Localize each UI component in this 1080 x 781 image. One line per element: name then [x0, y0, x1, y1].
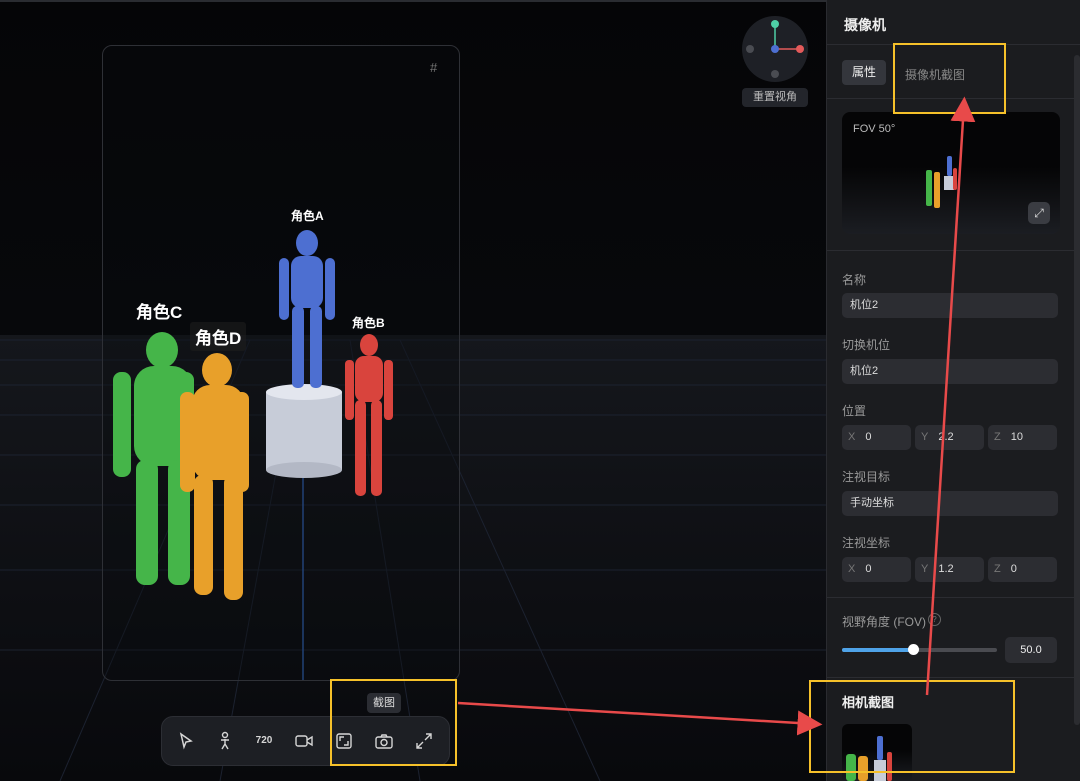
fov-slider-thumb[interactable]: [908, 644, 920, 655]
highlight-box-camera-shots: [809, 680, 1015, 773]
look-z-value: 0: [1010, 563, 1017, 575]
tab-properties[interactable]: 属性: [842, 60, 886, 85]
look-target-select[interactable]: 手动坐标: [842, 491, 1058, 516]
switch-camera-label: 切换机位: [842, 338, 891, 352]
panel-title: 摄像机: [844, 17, 886, 33]
position-z-value: 10: [1010, 431, 1023, 443]
position-x-value: 0: [865, 431, 872, 443]
video-icon[interactable]: [294, 731, 314, 751]
look-y-field[interactable]: Y 1.2: [915, 557, 984, 582]
divider: [827, 250, 1080, 251]
axis-x-label: X: [848, 431, 856, 443]
position-x-field[interactable]: X0: [842, 425, 911, 450]
camera-preview: FOV 50° ⤢: [842, 112, 1060, 234]
fov-label: 视野角度 (FOV): [842, 615, 926, 629]
panel-scrollbar[interactable]: [1074, 55, 1080, 725]
axis-z-label: Z: [994, 431, 1001, 443]
position-y-field[interactable]: Y 2.2: [915, 425, 984, 450]
fov-slider-fill: [842, 648, 914, 652]
look-z-field[interactable]: Z0: [988, 557, 1057, 582]
divider: [827, 597, 1080, 598]
character-d-label: 角色D: [190, 322, 247, 351]
look-y-value: 1.2: [938, 563, 954, 575]
view-gizmo[interactable]: [742, 16, 808, 82]
preview-expand-icon[interactable]: ⤢: [1028, 202, 1050, 224]
cursor-icon[interactable]: [176, 731, 196, 751]
character-d-figure[interactable]: [0, 0, 826, 781]
position-y-value: 2.2: [938, 431, 954, 443]
highlight-box-camera-shot-tab: [893, 43, 1006, 114]
divider: [827, 677, 1080, 678]
name-field[interactable]: 机位2: [842, 293, 1058, 318]
3d-viewport[interactable]: # 角色A 角色B 角色C 角色D 重置视角 截图 720: [0, 0, 826, 781]
position-z-field[interactable]: Z 10: [988, 425, 1057, 450]
look-x-field[interactable]: X0: [842, 557, 911, 582]
look-target-label: 注视目标: [842, 470, 891, 484]
character-a-label: 角色A: [291, 209, 324, 223]
person-icon[interactable]: [215, 731, 235, 751]
name-label: 名称: [842, 273, 867, 287]
character-c-label: 角色C: [136, 303, 183, 322]
reset-view-button[interactable]: 重置视角: [742, 88, 808, 107]
look-x-value: 0: [865, 563, 872, 575]
axis-gizmo-icon: [746, 20, 804, 78]
axis-z-label: Z: [994, 563, 1001, 575]
help-icon[interactable]: ?: [928, 613, 941, 626]
look-coords-label: 注视坐标: [842, 536, 891, 550]
position-label: 位置: [842, 404, 867, 418]
switch-camera-select[interactable]: 机位2: [842, 359, 1058, 384]
fov-value-field[interactable]: 50.0: [1005, 637, 1057, 663]
highlight-box-screenshot-tool: [330, 679, 457, 766]
fov-slider[interactable]: [842, 644, 997, 655]
axis-x-label: X: [848, 563, 856, 575]
axis-y-label: Y: [921, 563, 929, 575]
character-b-label: 角色B: [352, 316, 385, 330]
camera-panel: 摄像机 属性 摄像机截图 FOV 50° ⤢ 名称 机位2 切换机位 机位2 位…: [826, 0, 1080, 781]
axis-y-label: Y: [921, 431, 929, 443]
rotate-720-icon[interactable]: 720: [254, 731, 274, 751]
